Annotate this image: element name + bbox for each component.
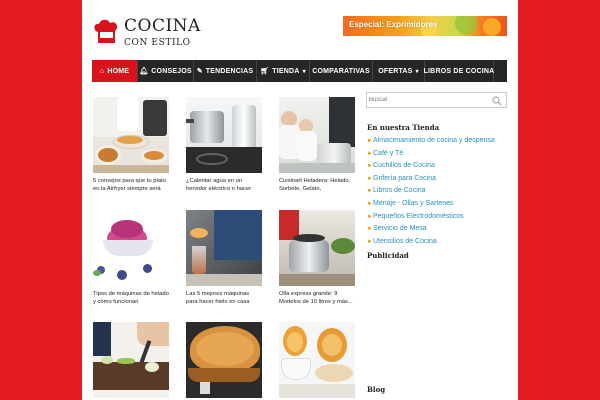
article-card[interactable]: ¿Calentar agua en un hervidor eléctrico … (186, 97, 262, 193)
article-card[interactable]: 5 consejos para que tu plato en la Airfr… (93, 97, 169, 193)
chevron-down-icon: ▾ (415, 68, 419, 75)
article-card[interactable]: Cuisinart Heladera: Helado, Sorbete, Gel… (279, 97, 355, 193)
article-title[interactable]: Olla express grande: 9 Modelos de 10 lit… (279, 290, 355, 306)
store-section-title: En nuestra Tienda (367, 123, 440, 132)
blog-section-title: Blog (367, 385, 386, 394)
article-card[interactable] (279, 322, 355, 398)
article-thumbnail[interactable] (186, 210, 262, 286)
article-thumbnail[interactable] (93, 97, 169, 173)
nav-ofertas[interactable]: OFERTAS ▾ (373, 60, 425, 82)
nav-tienda[interactable]: 🛒︎ TIENDA ▾ (257, 60, 310, 82)
article-thumbnail[interactable] (93, 322, 169, 398)
store-category-list: ►Almacenamiento de cocina y despensa ►Ca… (367, 135, 507, 248)
article-thumbnail[interactable] (93, 210, 169, 286)
promo-banner[interactable]: Especial: Exprimidores (343, 16, 507, 36)
article-title[interactable]: 5 consejos para que tu plato en la Airfr… (93, 177, 169, 193)
orange-decoration (483, 18, 501, 36)
category-link[interactable]: ►Cuchillos de Cocina (367, 160, 507, 173)
logo-title: COCINA (124, 16, 201, 36)
nav-comparativas[interactable]: COMPARATIVAS (310, 60, 373, 82)
home-icon: ⌂ (99, 67, 105, 75)
nav-tendencias[interactable]: ✎ TENDENCIAS (194, 60, 257, 82)
article-card[interactable]: Las 5 mejores máquinas para hacer hielo … (186, 210, 262, 306)
article-card[interactable] (93, 322, 169, 398)
search-box (366, 92, 507, 108)
article-card[interactable]: Olla express grande: 9 Modelos de 10 lit… (279, 210, 355, 306)
logo-subtitle: CON ESTILO (124, 38, 191, 48)
chef-hat-icon (94, 19, 118, 43)
nav-libros-de-cocina[interactable]: LIBROS DE COCINA (424, 60, 494, 82)
category-link[interactable]: ►Libros de Cocina (367, 185, 507, 198)
article-title[interactable]: Cuisinart Heladera: Helado, Sorbete, Gel… (279, 177, 355, 193)
article-title[interactable]: Las 5 mejores máquinas para hacer hielo … (186, 290, 262, 306)
article-card[interactable]: Tipos de máquinas de helado y cómo funci… (93, 210, 169, 306)
article-title[interactable]: ¿Calentar agua en un hervidor eléctrico … (186, 177, 262, 193)
banner-text: Especial: Exprimidores (349, 20, 438, 29)
search-input[interactable] (369, 94, 484, 106)
cart-icon: 🛒︎ (260, 68, 270, 75)
article-thumbnail[interactable] (279, 210, 355, 286)
search-icon[interactable] (492, 96, 502, 106)
article-card[interactable] (186, 322, 262, 398)
article-thumbnail[interactable] (186, 322, 262, 398)
category-link[interactable]: ►Almacenamiento de cocina y despensa (367, 135, 507, 148)
category-link[interactable]: ►Grifería para Cocina (367, 173, 507, 186)
bell-icon: 🔔︎ (139, 68, 149, 75)
article-title[interactable]: Tipos de máquinas de helado y cómo funci… (93, 290, 169, 306)
main-nav: ⌂ HOME 🔔︎ CONSEJOS ✎ TENDENCIAS 🛒︎ TIEND… (92, 60, 507, 82)
category-link[interactable]: ►Servicio de Mesa (367, 223, 507, 236)
article-thumbnail[interactable] (279, 322, 355, 398)
lime-decoration (455, 16, 477, 34)
chevron-down-icon: ▾ (302, 68, 306, 75)
pencil-icon: ✎ (196, 68, 203, 75)
nav-consejos[interactable]: 🔔︎ CONSEJOS (138, 60, 194, 82)
category-link[interactable]: ►Café y Té (367, 148, 507, 161)
publicidad-section-title: Publicidad (367, 251, 409, 260)
article-thumbnail[interactable] (186, 97, 262, 173)
page-container: COCINA CON ESTILO Especial: Exprimidores… (82, 0, 518, 400)
site-logo[interactable]: COCINA CON ESTILO (92, 18, 201, 48)
category-link[interactable]: ►Pequeños Electrodomésticos (367, 211, 507, 224)
nav-home[interactable]: ⌂ HOME (92, 60, 138, 82)
article-thumbnail[interactable] (279, 97, 355, 173)
category-link[interactable]: ►Utensilios de Cocina (367, 236, 507, 249)
category-link[interactable]: ►Menaje - Ollas y Sartenes (367, 198, 507, 211)
